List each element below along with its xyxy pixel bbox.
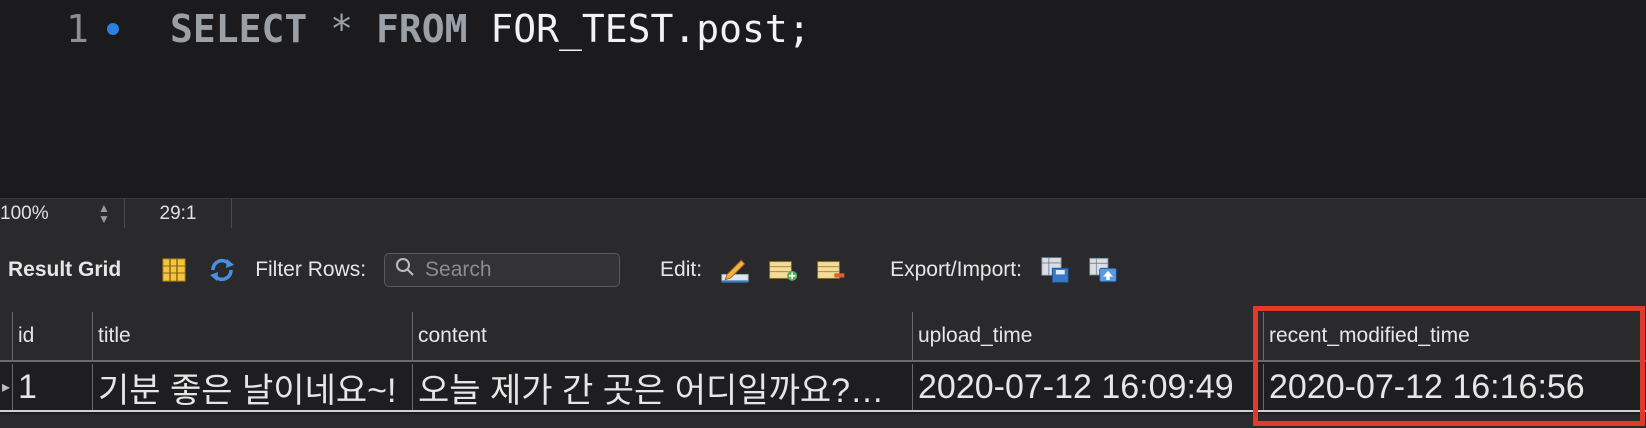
result-grid-label: Result Grid [8,258,122,281]
search-input[interactable] [425,258,606,282]
stepper-icon[interactable]: ▲ ▼ [92,201,116,227]
row-marker-icon: ▸ [1,379,11,396]
filter-rows-label: Filter Rows: [255,258,367,281]
sql-editor[interactable]: 1 SELECT * FROM FOR_TEST.post; [0,0,1646,198]
grid-header: id title content upload_time recent_modi… [0,312,1646,362]
cell-content[interactable]: 오늘 제가 간 곳은 어디일까요?… [412,364,912,410]
import-icon[interactable] [1088,255,1118,285]
search-icon [395,257,415,283]
filter-search-box[interactable] [384,253,621,287]
result-grid: id title content upload_time recent_modi… [0,312,1646,428]
delete-row-icon[interactable] [816,255,846,285]
zoom-level: 100% [0,202,49,224]
star-operator: * [330,7,354,51]
edit-pencil-icon[interactable] [720,255,750,285]
statement-marker-icon [107,23,119,35]
table-identifier: FOR_TEST.post; [490,7,811,51]
column-header-upload-time[interactable]: upload_time [912,312,1263,360]
sql-statement[interactable]: SELECT * FROM FOR_TEST.post; [170,4,811,54]
column-header-title[interactable]: title [92,312,412,360]
cursor-position: 29:1 [159,202,197,224]
column-header-recent-modified-time[interactable]: recent_modified_time [1263,312,1646,360]
result-toolbar: Result Grid Filter Rows: Edit: Export/Im… [0,228,1646,312]
column-header-content[interactable]: content [412,312,912,360]
editor-statusbar: 100% ▲ ▼ 29:1 [0,198,1646,229]
grid-layout-icon[interactable] [159,255,189,285]
add-row-icon[interactable] [768,255,798,285]
divider [231,198,232,229]
row-gutter [0,312,12,360]
cell-recent-modified-time[interactable]: 2020-07-12 16:16:56 [1263,364,1646,410]
cell-title[interactable]: 기분 좋은 날이네요~! [92,364,412,410]
line-number: 1 [66,7,89,51]
edit-label: Edit: [660,258,703,281]
table-row[interactable]: ▸ 1 기분 좋은 날이네요~! 오늘 제가 간 곳은 어디일까요?… 2020… [0,364,1646,412]
cell-id[interactable]: 1 [12,364,92,410]
export-icon[interactable] [1040,255,1070,285]
divider [124,198,125,229]
grid-footer [0,414,1646,428]
column-header-id[interactable]: id [12,312,92,360]
keyword-select: SELECT [170,7,308,51]
refresh-icon[interactable] [207,255,237,285]
cell-upload-time[interactable]: 2020-07-12 16:09:49 [912,364,1263,410]
export-import-label: Export/Import: [890,258,1022,281]
keyword-from: FROM [375,7,468,51]
